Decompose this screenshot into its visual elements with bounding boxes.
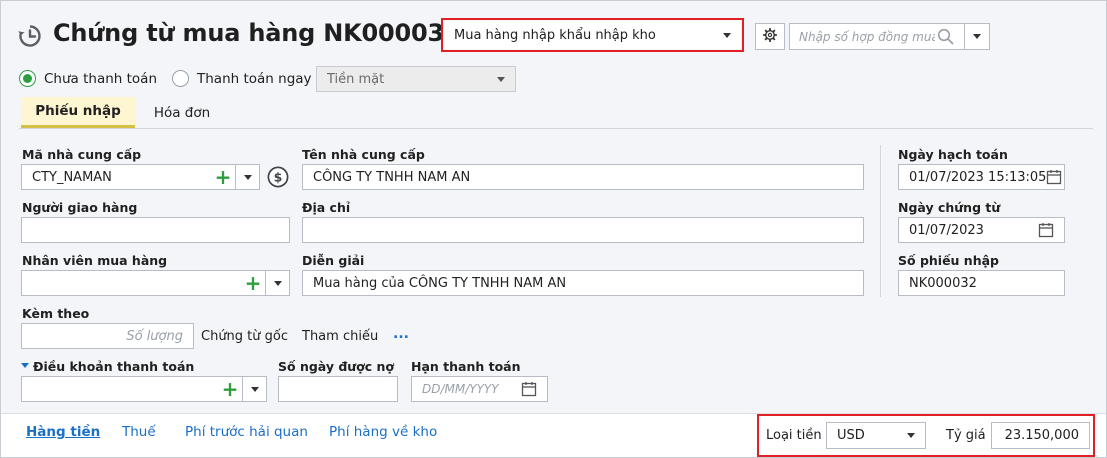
- description-label: Diễn giải: [302, 253, 365, 268]
- column-divider: [880, 145, 881, 297]
- tab-goods-money[interactable]: Hàng tiền: [26, 424, 100, 440]
- payment-terms-value[interactable]: [22, 377, 218, 401]
- tab-warehouse-fee[interactable]: Phí hàng về kho: [329, 424, 437, 440]
- chevron-down-icon: [497, 76, 505, 82]
- unpaid-radio[interactable]: [19, 70, 36, 87]
- payment-terms-dropdown-button[interactable]: [242, 377, 266, 401]
- unpaid-label: Chưa thanh toán: [44, 71, 158, 87]
- svg-text:$: $: [274, 170, 283, 185]
- contract-search-input[interactable]: [799, 29, 935, 44]
- tab-invoice[interactable]: Hóa đơn: [139, 97, 225, 128]
- payment-terms-combo[interactable]: +: [21, 376, 267, 402]
- supplier-code-value[interactable]: CTY_NAMAN: [22, 165, 211, 189]
- chevron-down-icon: [907, 433, 915, 438]
- receipt-number-label: Số phiếu nhập: [898, 253, 999, 268]
- buyer-dropdown-button[interactable]: [265, 271, 289, 295]
- deliverer-label: Người giao hàng: [22, 200, 138, 215]
- credit-days-input[interactable]: [278, 376, 398, 402]
- gear-icon: [762, 27, 778, 46]
- currency-label: Loại tiền: [766, 428, 822, 443]
- chevron-down-icon: [273, 280, 282, 286]
- tab-receipt[interactable]: Phiếu nhập: [21, 97, 135, 128]
- chevron-down-icon: [723, 32, 731, 38]
- plus-icon: +: [221, 377, 239, 401]
- credit-days-label: Số ngày được nợ: [278, 359, 395, 374]
- payment-method-value: Tiền mặt: [327, 71, 385, 87]
- voucher-date-input[interactable]: 01/07/2023: [898, 217, 1065, 243]
- chevron-down-icon: [250, 386, 259, 392]
- exchange-rate-label: Tỷ giá: [946, 428, 986, 443]
- buyer-label: Nhân viên mua hàng: [22, 253, 168, 268]
- plus-icon: +: [244, 271, 262, 295]
- add-buyer-button[interactable]: +: [241, 271, 265, 295]
- purchase-voucher-window: Chứng từ mua hàng NK000032 Mua hàng nhập…: [0, 0, 1107, 458]
- due-date-placeholder: DD/MM/YYYY: [422, 382, 499, 396]
- page-title: Chứng từ mua hàng NK000032: [53, 19, 461, 47]
- supplier-name-input[interactable]: CÔNG TY TNHH NAM AN: [302, 164, 864, 190]
- description-input[interactable]: Mua hàng của CÔNG TY TNHH NAM AN: [302, 270, 864, 296]
- tab-tax[interactable]: Thuế: [122, 424, 156, 440]
- pay-now-label: Thanh toán ngay: [197, 71, 312, 87]
- receipt-number-input[interactable]: NK000032: [898, 270, 1065, 296]
- supplier-code-combo[interactable]: CTY_NAMAN +: [21, 164, 260, 190]
- contract-search-field[interactable]: [789, 23, 965, 50]
- buyer-value[interactable]: [22, 271, 241, 295]
- payment-terms-label: Điều khoản thanh toán: [33, 359, 195, 374]
- purchase-type-value: Mua hàng nhập khẩu nhập kho: [454, 27, 656, 43]
- voucher-date-value: 01/07/2023: [909, 222, 984, 238]
- add-payment-term-button[interactable]: +: [218, 377, 242, 401]
- voucher-date-label: Ngày chứng từ: [898, 200, 1001, 215]
- purchase-type-select[interactable]: Mua hàng nhập khẩu nhập kho: [444, 21, 741, 49]
- plus-icon: +: [214, 165, 232, 189]
- collapse-caret-icon[interactable]: [21, 363, 29, 368]
- posting-date-input[interactable]: 01/07/2023 15:13:05: [898, 164, 1065, 190]
- settings-button[interactable]: [755, 23, 785, 50]
- calendar-icon[interactable]: [521, 381, 537, 397]
- attach-label: Kèm theo: [22, 306, 90, 321]
- posting-date-value: 01/07/2023 15:13:05: [909, 169, 1047, 185]
- buyer-combo[interactable]: +: [21, 270, 290, 296]
- chevron-down-icon: [243, 174, 252, 180]
- posting-date-label: Ngày hạch toán: [898, 147, 1008, 162]
- pay-now-radio[interactable]: [172, 70, 189, 87]
- payment-method-select[interactable]: Tiền mặt: [316, 66, 516, 92]
- chevron-down-icon: [973, 34, 981, 39]
- supplier-name-label: Tên nhà cung cấp: [302, 147, 425, 162]
- reference-label: Tham chiếu: [302, 329, 379, 344]
- currency-value: USD: [837, 428, 865, 443]
- currency-dollar-icon[interactable]: $: [267, 166, 289, 192]
- add-supplier-button[interactable]: +: [211, 165, 235, 189]
- calendar-icon[interactable]: [1046, 169, 1062, 185]
- exchange-rate-input[interactable]: 23.150,000: [991, 422, 1090, 449]
- history-icon[interactable]: [17, 23, 43, 49]
- deliverer-input[interactable]: [21, 217, 290, 243]
- address-input[interactable]: [302, 217, 864, 243]
- tab-divider: [19, 128, 1093, 129]
- due-date-input[interactable]: DD/MM/YYYY: [411, 376, 548, 402]
- purchase-type-highlight: Mua hàng nhập khẩu nhập kho: [441, 18, 744, 52]
- contract-dropdown-button[interactable]: [964, 23, 990, 50]
- tab-pre-customs-fee[interactable]: Phí trước hải quan: [185, 424, 308, 440]
- search-icon[interactable]: [937, 28, 954, 45]
- supplier-dropdown-button[interactable]: [235, 165, 259, 189]
- address-label: Địa chỉ: [302, 200, 351, 215]
- source-document-label: Chứng từ gốc: [201, 329, 289, 344]
- due-date-label: Hạn thanh toán: [411, 359, 521, 374]
- supplier-code-label: Mã nhà cung cấp: [22, 147, 142, 162]
- calendar-icon[interactable]: [1038, 222, 1054, 238]
- reference-more-link[interactable]: ...: [393, 326, 409, 342]
- attach-quantity-input[interactable]: Số lượng: [21, 323, 194, 349]
- currency-select[interactable]: USD: [826, 422, 926, 449]
